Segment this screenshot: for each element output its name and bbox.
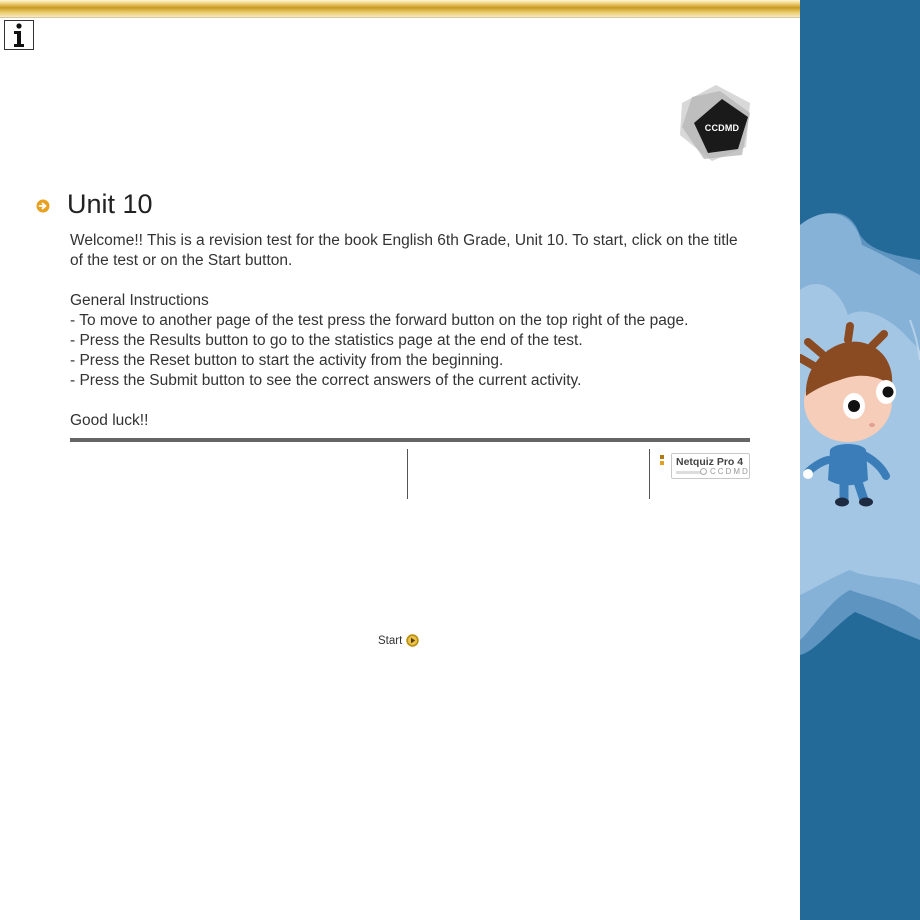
start-button[interactable]: Start [378, 634, 419, 647]
start-label: Start [378, 634, 403, 647]
netquiz-marker [660, 461, 664, 465]
cartoon-mascot [800, 322, 896, 507]
instruction-item: - To move to another page of the test pr… [70, 312, 689, 329]
instruction-item: - Press the Submit button to see the cor… [70, 372, 582, 389]
netquiz-marker [660, 455, 664, 459]
instructions-heading: General Instructions [70, 292, 209, 309]
footer-column-divider [407, 449, 408, 499]
logo-text: CCDMD [704, 122, 740, 133]
netquiz-dot [700, 468, 707, 475]
instructions-block: General Instructions - To move to anothe… [70, 291, 750, 391]
side-panel [800, 0, 920, 920]
netquiz-badge: Netquiz Pro 4 CCDMD [671, 453, 750, 479]
footer-column-divider [649, 449, 650, 499]
netquiz-subtitle: CCDMD [710, 467, 750, 476]
page-title[interactable]: Unit 10 [67, 189, 153, 220]
welcome-text: Welcome!! This is a revision test for th… [70, 232, 738, 269]
arrow-bullet-icon [36, 199, 50, 213]
play-icon [406, 634, 419, 647]
ccdmd-logo: CCDMD [676, 83, 752, 163]
info-button[interactable] [4, 20, 34, 50]
closing-text: Good luck!! [70, 412, 149, 429]
info-icon [14, 23, 24, 47]
instruction-item: - Press the Reset button to start the ac… [70, 352, 504, 369]
instruction-item: - Press the Results button to go to the … [70, 332, 583, 349]
top-gold-bar [0, 0, 800, 18]
footer-divider [70, 438, 750, 442]
